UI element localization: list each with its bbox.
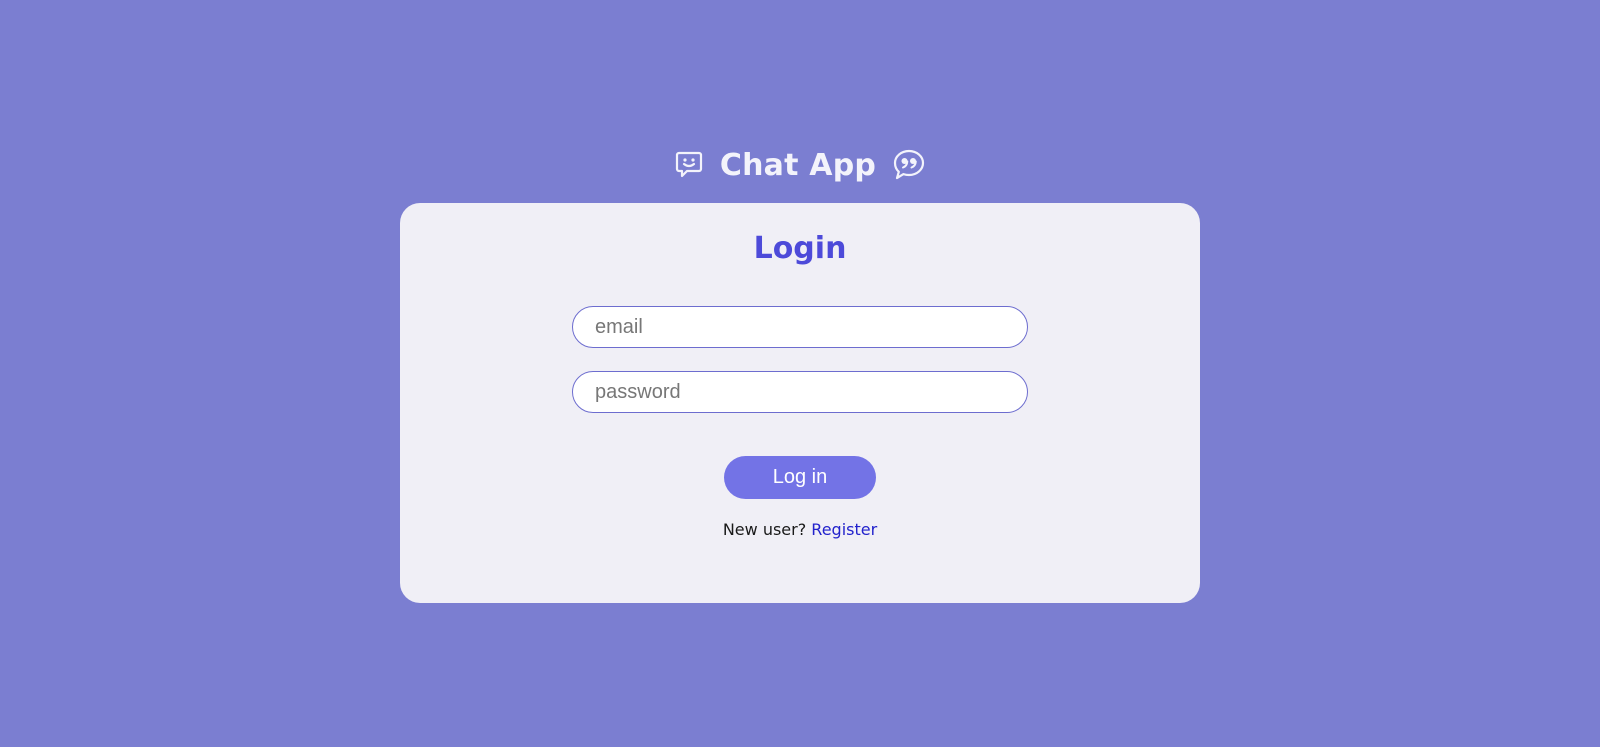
register-link[interactable]: Register [811, 520, 877, 539]
app-header: Chat App [0, 142, 1600, 188]
login-button[interactable]: Log in [724, 456, 876, 499]
chat-smile-icon [674, 150, 704, 180]
register-prompt-line: New user? Register [400, 520, 1200, 539]
register-prompt-text: New user? [722, 520, 807, 539]
login-card: Login Log in New user? Register [400, 203, 1200, 603]
email-input[interactable] [572, 306, 1028, 348]
login-heading: Login [753, 231, 847, 266]
app-title: Chat App [719, 147, 877, 183]
password-input[interactable] [572, 371, 1028, 413]
login-page: Chat App Login Log in New user? Register [0, 0, 1600, 747]
quote-bubble-icon [892, 148, 926, 182]
